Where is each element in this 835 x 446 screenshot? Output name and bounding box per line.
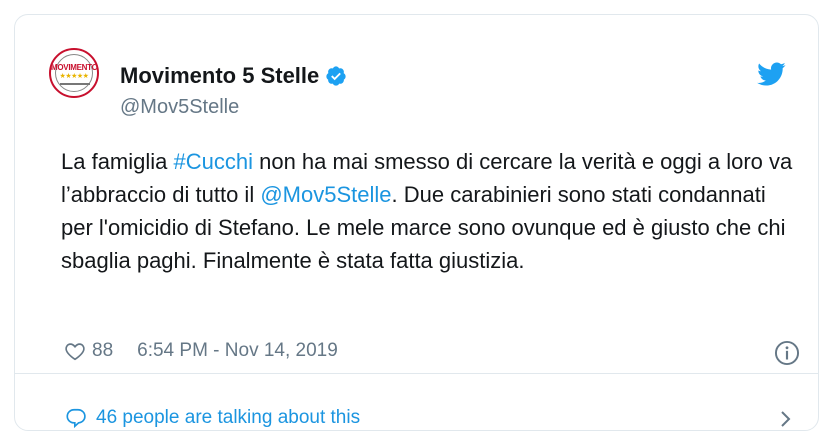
avatar-logo-underline	[60, 83, 90, 85]
avatar-logo-text: MOVIMENTO	[51, 63, 98, 72]
tweet-meta-row: 88 6:54 PM - Nov 14, 2019	[64, 340, 338, 362]
verified-badge-icon	[326, 66, 346, 86]
avatar-logo-stars: ★★★★★	[59, 73, 89, 80]
avatar[interactable]: MOVIMENTO ★★★★★	[49, 48, 99, 98]
talking-about-row[interactable]: 46 people are talking about this	[64, 407, 360, 429]
divider	[15, 373, 818, 374]
speech-bubble-icon	[66, 408, 86, 429]
tweet-text: La famiglia #Cucchi non ha mai smesso di…	[61, 145, 801, 277]
talking-about-text: 46 people are talking about this	[96, 407, 361, 428]
hashtag-link[interactable]: #Cucchi	[174, 149, 253, 174]
heart-icon[interactable]	[64, 340, 86, 362]
tweet-card: MOVIMENTO ★★★★★ Movimento 5 Stelle @Mov5…	[14, 14, 819, 431]
twitter-bird-icon[interactable]	[756, 59, 786, 89]
info-icon[interactable]	[774, 340, 800, 366]
mention-link[interactable]: @Mov5Stelle	[260, 182, 391, 207]
tweet-text-segment: La famiglia	[61, 149, 174, 174]
chevron-right-icon[interactable]	[779, 408, 793, 430]
like-count: 88	[92, 340, 114, 361]
author-handle[interactable]: @Mov5Stelle	[120, 96, 239, 119]
author-name-row: Movimento 5 Stelle	[120, 63, 347, 89]
author-name[interactable]: Movimento 5 Stelle	[120, 63, 319, 89]
tweet-timestamp[interactable]: 6:54 PM - Nov 14, 2019	[137, 340, 338, 362]
